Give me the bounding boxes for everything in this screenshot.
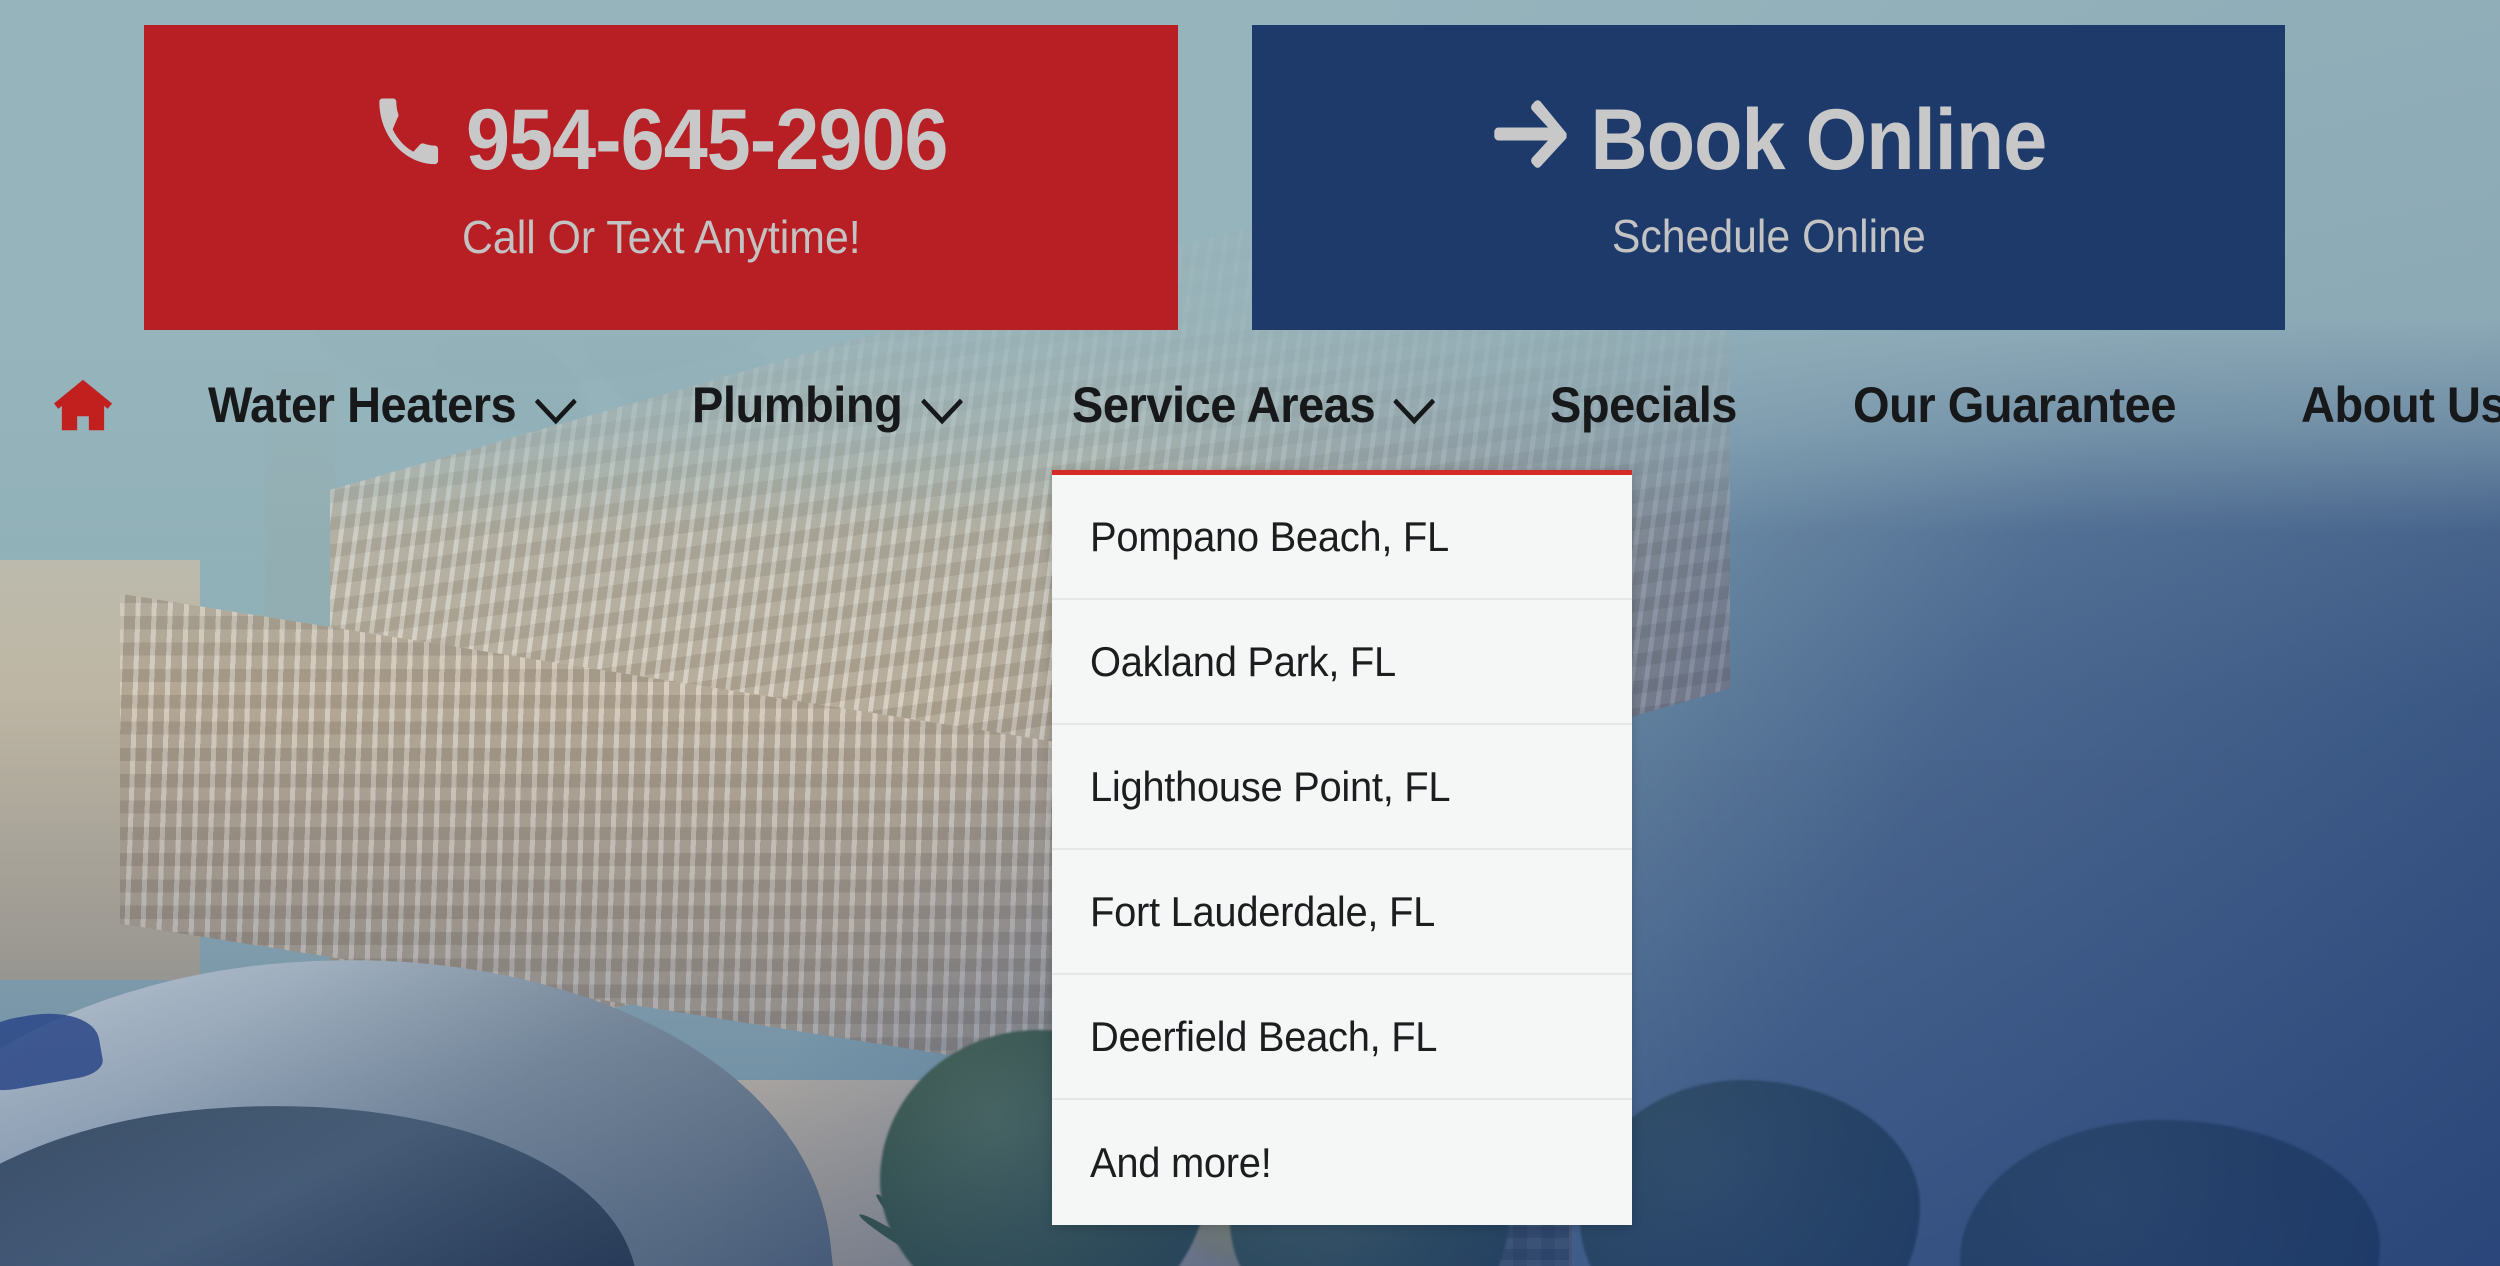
- dropdown-item-and-more[interactable]: And more!: [1052, 1100, 1632, 1225]
- dropdown-item-label: Fort Lauderdale, FL: [1090, 887, 1436, 935]
- call-phone-button[interactable]: 954-645-2906 Call Or Text Anytime!: [144, 25, 1178, 330]
- nav-item-our-guarantee[interactable]: Our Guarantee: [1853, 376, 2176, 434]
- arrow-right-icon: [1491, 97, 1567, 183]
- book-online-subtext: Schedule Online: [1611, 209, 1926, 262]
- nav-label: Plumbing: [691, 377, 903, 433]
- nav-item-service-areas[interactable]: Service Areas: [1071, 373, 1436, 437]
- dropdown-item-label: Deerfield Beach, FL: [1090, 1012, 1438, 1060]
- dropdown-item-oakland-park[interactable]: Oakland Park, FL: [1052, 600, 1632, 725]
- chevron-down-icon: [1393, 379, 1436, 437]
- dropdown-item-label: Pompano Beach, FL: [1090, 512, 1449, 560]
- nav-label: Service Areas: [1071, 377, 1376, 433]
- dropdown-item-label: Lighthouse Point, FL: [1090, 762, 1451, 810]
- nav-label: Water Heaters: [208, 377, 517, 433]
- nav-label: Our Guarantee: [1853, 377, 2177, 433]
- service-areas-dropdown: Pompano Beach, FL Oakland Park, FL Light…: [1052, 470, 1632, 1225]
- nav-item-plumbing[interactable]: Plumbing: [691, 373, 963, 437]
- phone-number-text: 954-645-2906: [466, 91, 949, 188]
- dropdown-item-fort-lauderdale[interactable]: Fort Lauderdale, FL: [1052, 850, 1632, 975]
- nav-label: Specials: [1550, 377, 1738, 433]
- dropdown-item-lighthouse-point[interactable]: Lighthouse Point, FL: [1052, 725, 1632, 850]
- cta-button-row: 954-645-2906 Call Or Text Anytime! Book …: [0, 0, 2500, 340]
- dropdown-item-label: Oakland Park, FL: [1090, 637, 1396, 685]
- phone-subtext: Call Or Text Anytime!: [461, 210, 861, 263]
- chevron-down-icon: [920, 379, 963, 437]
- nav-label: About Us: [2300, 377, 2500, 433]
- dropdown-item-label: And more!: [1090, 1138, 1272, 1186]
- nav-item-about-us[interactable]: About Us: [2301, 373, 2500, 437]
- phone-icon: [374, 96, 442, 184]
- phone-number-line: 954-645-2906: [374, 91, 949, 188]
- chevron-down-icon: [534, 379, 577, 437]
- book-online-line: Book Online: [1491, 91, 2047, 188]
- nav-item-specials[interactable]: Specials: [1550, 376, 1737, 434]
- page-root: 954-645-2906 Call Or Text Anytime! Book …: [0, 0, 2500, 1266]
- main-navigation: Water Heaters Plumbing Service Areas Spe…: [0, 340, 2500, 470]
- dropdown-item-deerfield-beach[interactable]: Deerfield Beach, FL: [1052, 975, 1632, 1100]
- book-online-button[interactable]: Book Online Schedule Online: [1252, 25, 2285, 330]
- nav-item-water-heaters[interactable]: Water Heaters: [208, 373, 577, 437]
- book-online-label: Book Online: [1590, 91, 2047, 188]
- dropdown-item-pompano-beach[interactable]: Pompano Beach, FL: [1052, 475, 1632, 600]
- home-icon[interactable]: [52, 377, 114, 433]
